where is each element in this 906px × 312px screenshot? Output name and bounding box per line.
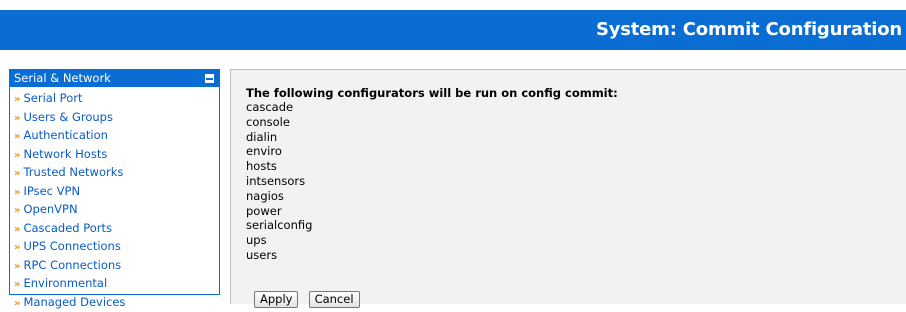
configurator-item: nagios	[246, 189, 618, 204]
configurator-item: cascade	[246, 100, 618, 115]
sidebar-item-ups-connections[interactable]: »UPS Connections	[14, 238, 219, 257]
double-chevron-right-icon: »	[14, 298, 20, 309]
sidebar-item-label: Authentication	[23, 128, 107, 142]
double-chevron-right-icon: »	[14, 242, 20, 253]
page-header: System: Commit Configuration	[0, 10, 906, 50]
sidebar-item-label: Trusted Networks	[23, 165, 123, 179]
sidebar-menu: »Serial Port »Users & Groups »Authentica…	[10, 90, 219, 312]
configurators-heading: The following configurators will be run …	[246, 86, 618, 100]
sidebar-item-label: IPsec VPN	[23, 184, 80, 198]
double-chevron-right-icon: »	[14, 94, 20, 105]
minus-square-icon[interactable]	[205, 74, 214, 83]
sidebar-item-trusted-networks[interactable]: »Trusted Networks	[14, 164, 219, 183]
configurator-item: serialconfig	[246, 218, 618, 233]
sidebar-item-label: RPC Connections	[23, 258, 121, 272]
double-chevron-right-icon: »	[14, 168, 20, 179]
form-buttons: Apply Cancel	[254, 288, 365, 308]
sidebar-item-label: Cascaded Ports	[23, 221, 112, 235]
double-chevron-right-icon: »	[14, 131, 20, 142]
double-chevron-right-icon: »	[14, 279, 20, 290]
double-chevron-right-icon: »	[14, 187, 20, 198]
sidebar-item-users-groups[interactable]: »Users & Groups	[14, 109, 219, 128]
apply-button[interactable]: Apply	[254, 291, 298, 308]
configurator-item: enviro	[246, 144, 618, 159]
configurator-item: power	[246, 204, 618, 219]
commit-content: The following configurators will be run …	[246, 86, 618, 263]
sidebar-item-authentication[interactable]: »Authentication	[14, 127, 219, 146]
sidebar-item-label: Environmental	[23, 276, 107, 290]
sidebar-header: Serial & Network	[10, 70, 219, 87]
sidebar-item-managed-devices[interactable]: »Managed Devices	[14, 294, 219, 312]
sidebar-item-ipsec-vpn[interactable]: »IPsec VPN	[14, 183, 219, 202]
configurator-item: ups	[246, 233, 618, 248]
page-title: System: Commit Configuration	[596, 19, 902, 40]
sidebar-item-label: Serial Port	[23, 91, 82, 105]
sidebar-item-network-hosts[interactable]: »Network Hosts	[14, 146, 219, 165]
sidebar-item-rpc-connections[interactable]: »RPC Connections	[14, 257, 219, 276]
configurator-list: cascade console dialin enviro hosts ints…	[246, 100, 618, 263]
double-chevron-right-icon: »	[14, 224, 20, 235]
double-chevron-right-icon: »	[14, 113, 20, 124]
double-chevron-right-icon: »	[14, 150, 20, 161]
main-panel: The following configurators will be run …	[230, 69, 906, 304]
sidebar-item-label: Network Hosts	[23, 147, 107, 161]
cancel-button[interactable]: Cancel	[309, 291, 360, 308]
configurator-item: intsensors	[246, 174, 618, 189]
double-chevron-right-icon: »	[14, 261, 20, 272]
sidebar-item-label: OpenVPN	[23, 202, 77, 216]
sidebar-item-label: UPS Connections	[23, 239, 120, 253]
double-chevron-right-icon: »	[14, 205, 20, 216]
sidebar-item-label: Managed Devices	[23, 295, 125, 309]
sidebar-item-serial-port[interactable]: »Serial Port	[14, 90, 219, 109]
configurator-item: hosts	[246, 159, 618, 174]
sidebar-panel: Serial & Network »Serial Port »Users & G…	[9, 69, 220, 295]
configurator-item: users	[246, 248, 618, 263]
configurator-item: dialin	[246, 130, 618, 145]
configurator-item: console	[246, 115, 618, 130]
sidebar-title: Serial & Network	[14, 71, 111, 85]
sidebar-item-openvpn[interactable]: »OpenVPN	[14, 201, 219, 220]
sidebar-item-cascaded-ports[interactable]: »Cascaded Ports	[14, 220, 219, 239]
sidebar-item-label: Users & Groups	[23, 110, 112, 124]
sidebar-item-environmental[interactable]: »Environmental	[14, 275, 219, 294]
